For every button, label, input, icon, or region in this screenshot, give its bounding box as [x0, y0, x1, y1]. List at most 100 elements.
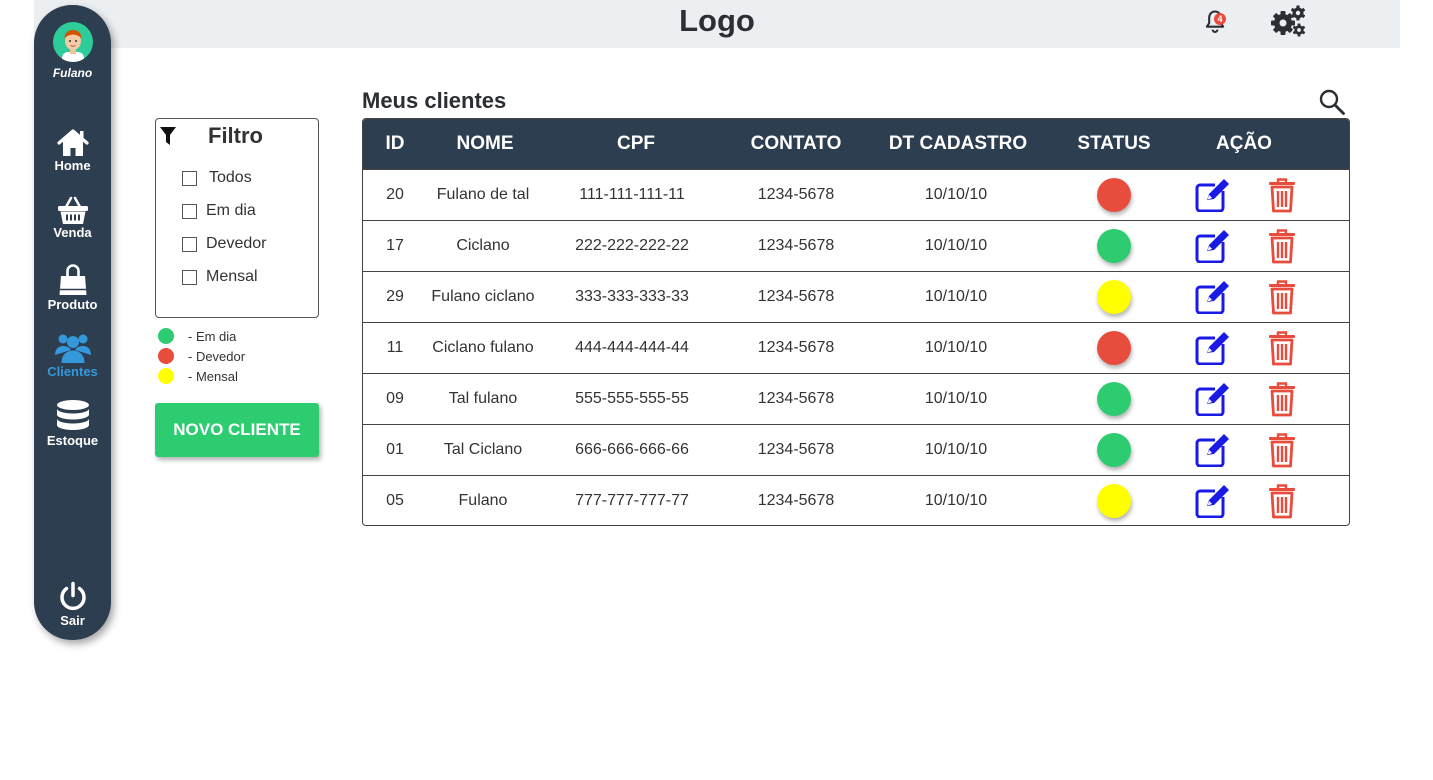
filter-option-em-dia[interactable]: Em dia	[182, 201, 256, 221]
column-header-nome[interactable]: NOME	[427, 119, 543, 169]
search-icon[interactable]	[1318, 88, 1346, 116]
cell-contato: 1234-5678	[757, 186, 835, 203]
legend-label: - Devedor	[188, 348, 246, 364]
clients-table: ID NOME CPF CONTATO DT CADASTRO STATUS A…	[362, 118, 1350, 526]
sidebar-item-home[interactable]: Home	[34, 128, 111, 173]
filter-option-todos[interactable]: Todos	[182, 168, 252, 188]
table-row: 29 Fulano ciclano 333-333-333-33 1234-5678 1…	[363, 271, 1349, 322]
cell-id: 29	[386, 288, 404, 305]
checkbox[interactable]	[182, 236, 197, 252]
edit-icon[interactable]	[1195, 382, 1231, 416]
legend-devedor: - Devedor	[158, 347, 245, 365]
cell-id: 05	[386, 492, 404, 509]
cell-dt-cadastro: 10/10/10	[924, 390, 988, 407]
cell-contato: 1234-5678	[757, 237, 835, 254]
sidebar-item-clientes[interactable]: Clientes	[34, 330, 111, 379]
status-dot-yellow	[158, 368, 174, 384]
checkbox[interactable]	[182, 170, 197, 186]
status-indicator	[1097, 280, 1131, 314]
table-row: 11 Ciclano fulano 444-444-444-44 1234-5678 1…	[363, 322, 1349, 373]
sidebar-item-label: Estoque	[46, 433, 99, 448]
trash-icon[interactable]	[1267, 228, 1297, 264]
cell-dt-cadastro: 10/10/10	[924, 186, 988, 203]
trash-icon[interactable]	[1267, 330, 1297, 366]
new-client-button[interactable]: NOVO CLIENTE	[155, 403, 319, 457]
trash-icon[interactable]	[1267, 432, 1297, 468]
filter-option-mensal[interactable]: Mensal	[182, 267, 258, 287]
cell-nome: Ciclano fulano	[432, 339, 534, 356]
cell-nome: Fulano	[458, 492, 508, 509]
shopping-bag-icon	[59, 264, 86, 295]
cell-cpf: 444-444-444-44	[575, 339, 689, 356]
status-dot-red	[158, 348, 174, 364]
logout-label: Sair	[60, 613, 85, 628]
cell-dt-cadastro: 10/10/10	[924, 441, 988, 458]
edit-icon[interactable]	[1195, 229, 1231, 263]
column-header-dt-cadastro[interactable]: DT CADASTRO	[873, 119, 1043, 169]
status-dot-green	[158, 328, 174, 344]
table-row: 01 Tal Ciclano 666-666-666-66 1234-5678 10/1…	[363, 424, 1349, 475]
cell-dt-cadastro: 10/10/10	[924, 288, 988, 305]
table-row: 09 Tal fulano 555-555-555-55 1234-5678 10/10…	[363, 373, 1349, 424]
cell-cpf: 333-333-333-33	[575, 288, 689, 305]
table-row: 17 Ciclano 222-222-222-22 1234-5678 10/10/10	[363, 220, 1349, 271]
sidebar-item-venda[interactable]: Venda	[34, 195, 111, 240]
page-title: Meus clientes	[362, 88, 507, 113]
status-indicator	[1097, 382, 1131, 416]
logout-button[interactable]: Sair	[34, 581, 111, 628]
column-header-id[interactable]: ID	[363, 119, 427, 169]
filter-option-devedor[interactable]: Devedor	[182, 234, 266, 254]
cell-contato: 1234-5678	[757, 492, 835, 509]
status-indicator	[1097, 178, 1131, 212]
cell-nome: Ciclano	[456, 237, 510, 254]
user-name: Fulano	[52, 66, 93, 80]
avatar[interactable]	[53, 22, 93, 62]
edit-icon[interactable]	[1195, 280, 1231, 314]
column-header-contato[interactable]: CONTATO	[733, 119, 859, 169]
cell-dt-cadastro: 10/10/10	[924, 492, 988, 509]
status-indicator	[1097, 229, 1131, 263]
checkbox[interactable]	[182, 269, 197, 285]
sidebar-item-estoque[interactable]: Estoque	[34, 399, 111, 448]
sidebar-item-label: Venda	[53, 225, 92, 240]
basket-icon	[57, 196, 88, 224]
table-row: 20 Fulano de tal 111-111-111-11 1234-5678 10…	[363, 169, 1349, 220]
status-indicator	[1097, 331, 1131, 365]
edit-icon[interactable]	[1195, 433, 1231, 467]
user-avatar-icon	[62, 30, 84, 62]
sidebar-item-label: Clientes	[47, 364, 98, 379]
sidebar-item-produto[interactable]: Produto	[34, 263, 111, 312]
legend-em-dia: - Em dia	[158, 327, 236, 345]
cell-contato: 1234-5678	[757, 441, 835, 458]
trash-icon[interactable]	[1267, 381, 1297, 417]
legend-label: - Mensal	[188, 368, 238, 384]
filter-option-label: Devedor	[206, 235, 267, 252]
sidebar-item-label: Home	[54, 158, 91, 173]
cell-nome: Tal fulano	[448, 390, 518, 407]
column-header-acao: AÇÃO	[1216, 133, 1272, 154]
trash-icon[interactable]	[1267, 483, 1297, 519]
status-indicator	[1097, 433, 1131, 467]
edit-icon[interactable]	[1195, 331, 1231, 365]
cell-contato: 1234-5678	[757, 339, 835, 356]
column-header-cpf[interactable]: CPF	[563, 119, 709, 169]
settings-gears-icon[interactable]	[1270, 4, 1306, 38]
cell-cpf: 111-111-111-11	[579, 186, 685, 203]
table-header: ID NOME CPF CONTATO DT CADASTRO STATUS A…	[363, 119, 1349, 169]
filter-option-label: Mensal	[206, 268, 258, 285]
edit-icon[interactable]	[1195, 484, 1231, 518]
cell-cpf: 666-666-666-66	[575, 441, 689, 458]
database-icon	[56, 400, 89, 430]
filter-panel: Filtro Todos Em dia Devedor Mensal	[155, 118, 319, 318]
cell-nome: Fulano ciclano	[431, 288, 535, 305]
logo: Logo	[679, 3, 755, 38]
cell-cpf: 222-222-222-22	[575, 237, 689, 254]
trash-icon[interactable]	[1267, 177, 1297, 213]
trash-icon[interactable]	[1267, 279, 1297, 315]
checkbox[interactable]	[182, 203, 197, 219]
cell-dt-cadastro: 10/10/10	[924, 237, 988, 254]
column-header-status[interactable]: STATUS	[1057, 119, 1171, 169]
power-icon	[59, 581, 86, 611]
edit-icon[interactable]	[1195, 178, 1231, 212]
notification-badge: 4	[1214, 13, 1226, 25]
